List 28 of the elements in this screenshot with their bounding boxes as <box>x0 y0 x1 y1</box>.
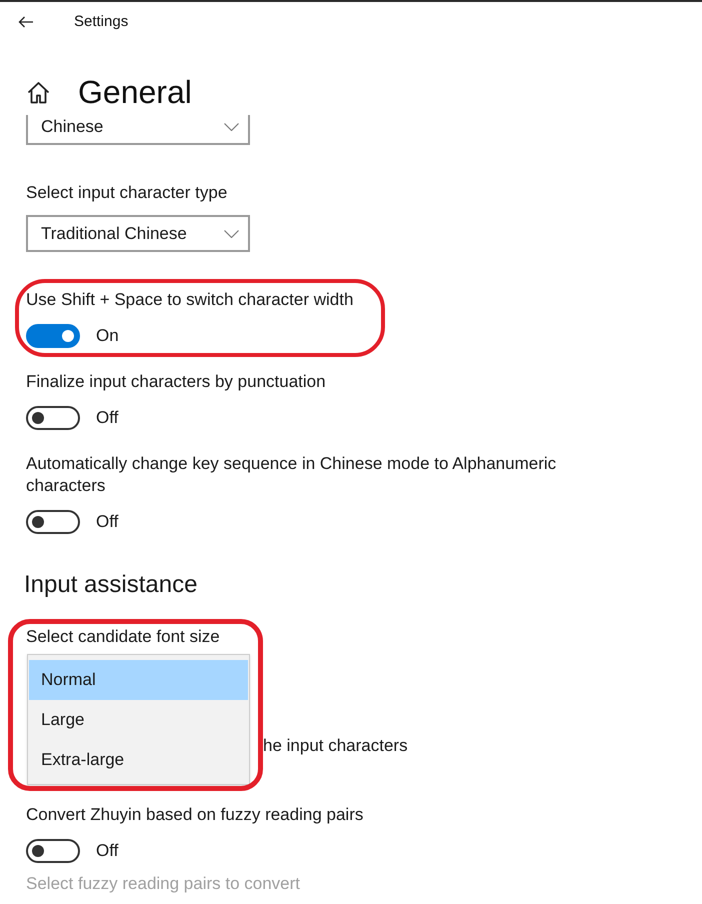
toggle-switch[interactable] <box>26 839 80 863</box>
home-icon[interactable] <box>27 80 50 104</box>
setting-label: Automatically change key sequence in Chinese mode to Alphanumeric characters <box>26 453 558 497</box>
setting-label: Convert Zhuyin based on fuzzy reading pairs <box>26 804 364 826</box>
toggle-state-label: Off <box>96 511 118 533</box>
dropdown[interactable]: Chinese <box>26 115 250 145</box>
setting-label: he input characters <box>263 735 408 757</box>
toggle-switch[interactable] <box>26 510 80 534</box>
toggle-switch[interactable] <box>26 324 80 348</box>
setting-label: Select input character type <box>26 182 228 204</box>
arrow-left-icon <box>18 16 34 28</box>
page-title: General <box>78 73 192 112</box>
dropdown-option[interactable]: Normal <box>29 660 248 700</box>
toggle-state-label: On <box>96 325 119 347</box>
app-title: Settings <box>74 12 128 32</box>
section-heading: Input assistance <box>24 570 198 600</box>
toggle-state-label: Off <box>96 840 118 862</box>
setting-label: Use Shift + Space to switch character width <box>26 289 354 311</box>
toggle-switch[interactable] <box>26 406 80 430</box>
back-button[interactable] <box>18 14 34 30</box>
setting-label: Select candidate font size <box>26 626 221 648</box>
dropdown-option[interactable]: Extra-large <box>29 740 248 780</box>
toggle-state-label: Off <box>96 407 118 429</box>
chevron-down-icon <box>224 230 239 238</box>
dropdown[interactable]: Traditional Chinese <box>26 215 250 252</box>
chevron-down-icon <box>224 122 239 130</box>
setting-label: Finalize input characters by punctuation <box>26 371 327 393</box>
dropdown-option[interactable]: Large <box>29 700 248 740</box>
